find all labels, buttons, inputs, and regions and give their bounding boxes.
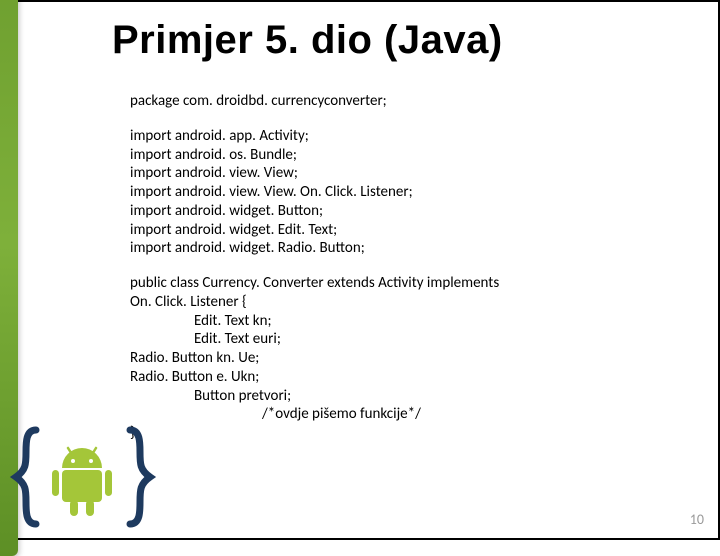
slide-frame: Primjer 5. dio (Java) package com. droid… [0, 0, 720, 540]
android-brace-icon [8, 422, 158, 532]
code-body-line: Edit. Text kn; [130, 312, 670, 331]
code-import: import android. widget. Edit. Text; [130, 221, 670, 240]
code-class-decl: On. Click. Listener { [130, 293, 670, 312]
code-body-line: /*ovdje pišemo funkcije*/ [130, 405, 670, 424]
code-import: import android. view. View. On. Click. L… [130, 183, 670, 202]
code-package: package com. droidbd. currencyconverter; [130, 92, 670, 111]
code-close-brace: } [130, 424, 670, 443]
code-body-line: Edit. Text euri; [130, 330, 670, 349]
page-title: Primjer 5. dio (Java) [112, 18, 503, 63]
code-import: import android. view. View; [130, 164, 670, 183]
code-body-line: Radio. Button e. Ukn; [130, 368, 670, 387]
code-import: import android. app. Activity; [130, 127, 670, 146]
code-import: import android. widget. Button; [130, 202, 670, 221]
code-import: import android. os. Bundle; [130, 146, 670, 165]
code-import: import android. widget. Radio. Button; [130, 239, 670, 258]
code-body-line: Button pretvori; [130, 387, 670, 406]
code-block: package com. droidbd. currencyconverter;… [130, 92, 670, 443]
code-class-decl: public class Currency. Converter extends… [130, 274, 670, 293]
code-body-line: Radio. Button kn. Ue; [130, 349, 670, 368]
page-number: 10 [690, 511, 704, 528]
